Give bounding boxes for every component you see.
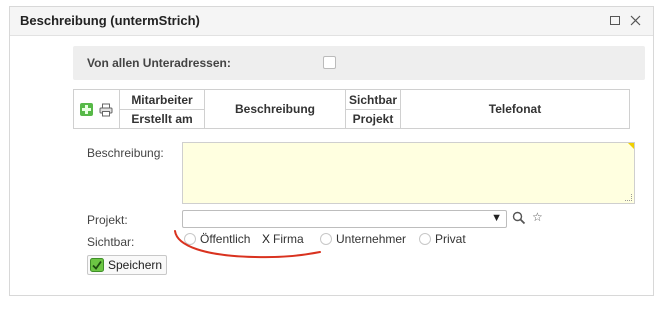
search-icon[interactable]	[512, 211, 526, 225]
projekt-label: Projekt:	[87, 213, 128, 227]
filter-label: Von allen Unteradressen:	[87, 56, 231, 70]
resize-grip[interactable]	[625, 194, 632, 201]
radio-circle	[419, 233, 431, 245]
maximize-button[interactable]	[607, 12, 623, 28]
close-icon	[630, 15, 640, 25]
col-erstellt-am[interactable]: Erstellt am	[120, 110, 204, 128]
subaddresses-checkbox[interactable]	[323, 56, 336, 69]
save-label: Speichern	[108, 258, 163, 272]
col-projekt[interactable]: Projekt	[346, 110, 400, 128]
panel-title: Beschreibung (untermStrich)	[20, 13, 200, 28]
required-marker	[628, 143, 634, 149]
star-icon[interactable]: ☆	[532, 210, 543, 224]
beschreibung-textarea[interactable]	[182, 142, 635, 204]
col-mitarbeiter[interactable]: Mitarbeiter	[120, 90, 204, 109]
checkmark-icon	[90, 258, 104, 272]
radio-label: Unternehmer	[336, 232, 407, 246]
sichtbar-label: Sichtbar:	[87, 235, 135, 249]
beschreibung-label: Beschreibung:	[87, 146, 164, 160]
col-sichtbar[interactable]: Sichtbar	[346, 90, 400, 109]
close-button[interactable]	[627, 12, 643, 28]
dropdown-arrow-icon: ▼	[491, 212, 502, 224]
maximize-icon	[610, 15, 620, 25]
col-telefonat[interactable]: Telefonat	[401, 90, 629, 128]
save-button[interactable]: Speichern	[87, 255, 168, 275]
red-annotation-curve	[174, 230, 321, 259]
add-icon[interactable]	[80, 103, 93, 116]
filter-bar: Von allen Unteradressen:	[73, 46, 645, 80]
panel-header: Beschreibung (untermStrich)	[10, 7, 653, 36]
radio-label: Privat	[435, 232, 466, 246]
radio-privat[interactable]: Privat	[419, 232, 466, 246]
radio-unternehmer[interactable]: Unternehmer	[320, 232, 406, 246]
print-icon[interactable]	[99, 103, 113, 117]
projekt-select[interactable]: ▼	[182, 210, 507, 228]
col-beschreibung[interactable]: Beschreibung	[205, 90, 345, 128]
grid-header: Mitarbeiter Erstellt am Beschreibung Sic…	[73, 89, 630, 129]
